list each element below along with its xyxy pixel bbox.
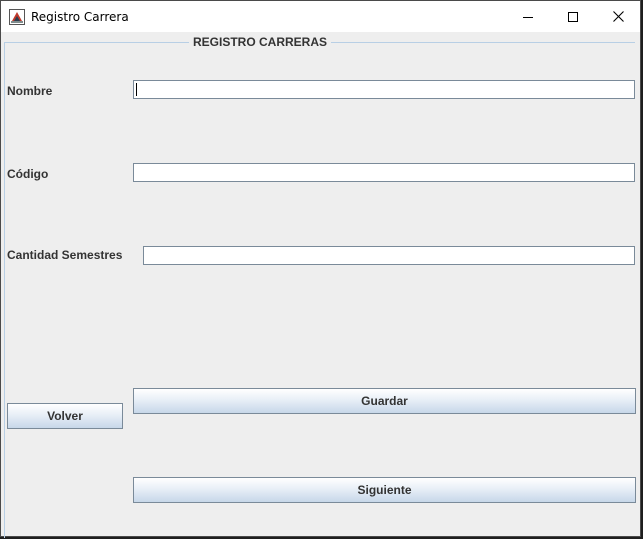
siguiente-button[interactable]: Siguiente [133,477,636,503]
nombre-field[interactable] [133,80,635,99]
maximize-icon [568,11,578,22]
java-app-icon [9,9,25,25]
close-button[interactable] [595,1,641,32]
minimize-icon [523,12,533,22]
nombre-label: Nombre [7,84,53,98]
minimize-button[interactable] [505,1,551,32]
guardar-button[interactable]: Guardar [133,388,636,414]
form-panel: REGISTRO CARRERAS Nombre Código Cantidad… [1,32,640,538]
close-icon [612,11,624,22]
text-caret [136,83,137,96]
window-title: Registro Carrera [31,10,129,24]
codigo-field[interactable] [133,163,635,182]
cantidad-semestres-label: Cantidad Semestres [7,248,123,262]
cantidad-semestres-field[interactable] [143,246,635,265]
group-border [4,42,635,538]
codigo-label: Código [7,167,49,181]
maximize-button[interactable] [550,1,596,32]
title-bar[interactable]: Registro Carrera [1,1,640,32]
app-window: Registro Carrera REGISTRO CARRERAS Nombr… [0,0,641,538]
group-title: REGISTRO CARRERAS [189,35,332,49]
volver-button[interactable]: Volver [7,403,123,429]
